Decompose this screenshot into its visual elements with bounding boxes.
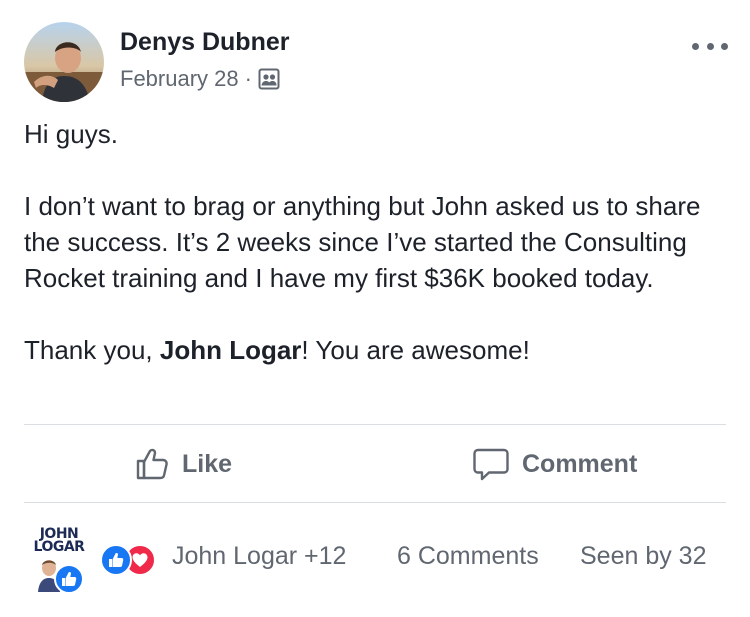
post-greeting: Hi guys. xyxy=(24,119,118,149)
author-name[interactable]: Denys Dubner xyxy=(120,28,289,57)
action-bar: Like Comment xyxy=(24,426,726,502)
thanks-suffix: ! You are awesome! xyxy=(301,335,530,365)
comment-button[interactable]: Comment xyxy=(472,426,637,502)
comment-label: Comment xyxy=(522,449,638,478)
author-avatar[interactable] xyxy=(24,22,104,102)
comments-count[interactable]: 6 Comments xyxy=(397,542,539,571)
more-options-button[interactable] xyxy=(692,36,728,56)
comment-bubble-icon xyxy=(473,448,509,481)
group-icon[interactable] xyxy=(258,68,280,90)
thanks-prefix: Thank you, xyxy=(24,335,160,365)
divider-bottom xyxy=(24,502,726,503)
post-body: Hi guys. I don’t want to brag or anythin… xyxy=(24,116,724,368)
more-dot-icon xyxy=(706,42,714,50)
page-logo-text: JOHN LOGAR xyxy=(33,526,85,555)
meta-separator: · xyxy=(244,66,252,91)
divider-top xyxy=(24,424,726,425)
seen-by[interactable]: Seen by 32 xyxy=(580,542,707,571)
like-label: Like xyxy=(182,449,233,478)
post-footer: JOHN LOGAR John Logar +12 6 Comments See… xyxy=(24,522,726,598)
page-avatar[interactable]: JOHN LOGAR xyxy=(24,526,88,596)
reactors-text[interactable]: John Logar +12 xyxy=(172,542,346,571)
more-dot-icon xyxy=(721,42,728,50)
avatar-photo xyxy=(24,22,104,102)
post-thanks: Thank you, John Logar! You are awesome! xyxy=(24,332,724,368)
like-button[interactable]: Like xyxy=(134,426,232,502)
like-reaction-icon xyxy=(100,544,132,576)
post-header: Denys Dubner February 28 · xyxy=(24,22,728,102)
page-like-badge xyxy=(54,564,84,594)
more-dot-icon xyxy=(692,42,699,50)
thumbs-up-icon xyxy=(136,448,168,480)
post-meta: February 28 · xyxy=(120,66,280,92)
mention-link[interactable]: John Logar xyxy=(160,335,302,365)
reaction-summary[interactable] xyxy=(100,544,164,576)
post-date[interactable]: February 28 xyxy=(120,66,239,92)
post-paragraph: I don’t want to brag or anything but Joh… xyxy=(24,191,701,293)
